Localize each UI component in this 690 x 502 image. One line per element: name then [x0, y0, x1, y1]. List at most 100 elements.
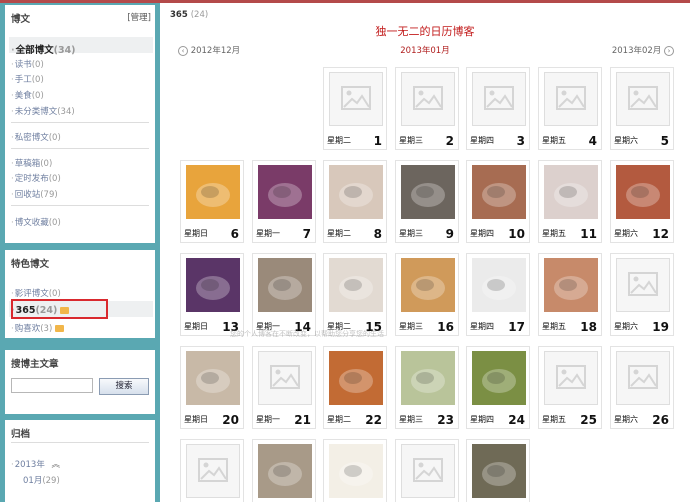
- search-input[interactable]: [11, 378, 93, 393]
- chevron-right-icon: ›: [664, 45, 674, 56]
- calendar-day[interactable]: 星期日 6: [180, 160, 244, 243]
- calendar-day[interactable]: 星期四 3: [466, 67, 530, 150]
- calendar-day[interactable]: 星期三 9: [395, 160, 459, 243]
- day-photo[interactable]: [258, 444, 312, 498]
- day-photo[interactable]: [472, 258, 526, 312]
- image-placeholder-icon[interactable]: [616, 72, 670, 126]
- featured-label: 购喜欢: [14, 324, 41, 334]
- archive-month[interactable]: 01月(29): [23, 474, 60, 486]
- calendar-day[interactable]: [466, 439, 530, 502]
- image-placeholder-icon[interactable]: [616, 258, 670, 312]
- calendar-day[interactable]: 星期六 26: [610, 346, 674, 429]
- image-placeholder-icon[interactable]: [472, 72, 526, 126]
- bullet-icon: ·: [11, 60, 14, 70]
- day-photo[interactable]: [616, 165, 670, 219]
- calendar-day[interactable]: 星期六 12: [610, 160, 674, 243]
- divider: [11, 122, 149, 123]
- day-photo[interactable]: [401, 165, 455, 219]
- archive-panel: 归档 ·2013年 ︽ 01月(29): [5, 420, 155, 502]
- day-photo[interactable]: [544, 258, 598, 312]
- day-weekday: 星期六: [614, 415, 638, 424]
- calendar-day[interactable]: 星期二 22: [323, 346, 387, 429]
- day-weekday: 星期日: [184, 229, 208, 238]
- calendar-day[interactable]: 星期四 17: [466, 253, 530, 336]
- day-photo[interactable]: [186, 258, 240, 312]
- day-photo[interactable]: [329, 165, 383, 219]
- calendar-day[interactable]: 星期五 4: [538, 67, 602, 150]
- calendar-day[interactable]: 星期四 24: [466, 346, 530, 429]
- calendar-day[interactable]: 星期四 10: [466, 160, 530, 243]
- sidebar-post-category[interactable]: ·定时发布(0): [11, 172, 61, 184]
- calendar-day[interactable]: 星期三 2: [395, 67, 459, 150]
- day-photo[interactable]: [329, 258, 383, 312]
- image-placeholder-icon[interactable]: [544, 72, 598, 126]
- calendar-day[interactable]: [323, 439, 387, 502]
- image-placeholder-icon[interactable]: [258, 351, 312, 405]
- day-photo[interactable]: [472, 444, 526, 498]
- calendar-day[interactable]: [252, 439, 316, 502]
- sidebar-post-category[interactable]: ·博文收藏(0): [11, 216, 61, 228]
- day-photo[interactable]: [472, 351, 526, 405]
- calendar-day[interactable]: 星期三 23: [395, 346, 459, 429]
- calendar-day[interactable]: 星期五 11: [538, 160, 602, 243]
- calendar-day[interactable]: 星期二 15: [323, 253, 387, 336]
- image-placeholder-icon[interactable]: [401, 444, 455, 498]
- day-photo[interactable]: [401, 258, 455, 312]
- calendar-day[interactable]: 星期五 25: [538, 346, 602, 429]
- bullet-icon: ·: [11, 460, 14, 470]
- day-photo[interactable]: [186, 351, 240, 405]
- collapse-icon[interactable]: ︽: [52, 460, 61, 470]
- sidebar-post-category[interactable]: ·私密博文(0): [11, 131, 61, 143]
- sidebar-post-category[interactable]: ·读书(0): [11, 58, 44, 70]
- image-placeholder-icon[interactable]: [329, 72, 383, 126]
- day-photo[interactable]: [186, 165, 240, 219]
- calendar-day[interactable]: 星期二 1: [323, 67, 387, 150]
- day-photo[interactable]: [258, 258, 312, 312]
- calendar-day[interactable]: 星期一 14: [252, 253, 316, 336]
- sidebar-post-category[interactable]: ·美食(0): [11, 89, 44, 101]
- manage-link[interactable]: [管理]: [127, 11, 151, 23]
- calendar-day[interactable]: 星期一 7: [252, 160, 316, 243]
- day-photo[interactable]: [472, 165, 526, 219]
- sidebar-post-category[interactable]: ·全部博文(34): [11, 42, 76, 56]
- day-number: 19: [652, 320, 669, 334]
- calendar-day[interactable]: 星期日 20: [180, 346, 244, 429]
- day-photo[interactable]: [329, 444, 383, 498]
- day-photo[interactable]: [401, 351, 455, 405]
- calendar-day[interactable]: 星期一 21: [252, 346, 316, 429]
- sidebar-post-category[interactable]: ·回收站(79): [11, 188, 58, 200]
- featured-item[interactable]: ·影评博文(0): [11, 287, 61, 299]
- image-placeholder-icon[interactable]: [401, 72, 455, 126]
- page-title: 365 (24): [170, 10, 208, 20]
- calendar-day[interactable]: 星期五 18: [538, 253, 602, 336]
- calendar-day[interactable]: 星期六 5: [610, 67, 674, 150]
- archive-year-label: 2013年: [14, 460, 45, 470]
- calendar-day[interactable]: 星期二 8: [323, 160, 387, 243]
- category-count: (0): [31, 60, 44, 70]
- day-number: 22: [365, 413, 382, 427]
- image-placeholder-icon[interactable]: [544, 351, 598, 405]
- day-photo[interactable]: [544, 165, 598, 219]
- sidebar-post-category[interactable]: ·手工(0): [11, 73, 44, 85]
- bullet-icon: ·: [11, 289, 14, 299]
- image-placeholder-icon[interactable]: [186, 444, 240, 498]
- search-button[interactable]: 搜索: [99, 378, 149, 395]
- calendar-day[interactable]: [180, 439, 244, 502]
- calendar-day[interactable]: 星期六 19: [610, 253, 674, 336]
- sidebar-post-category[interactable]: ·未分类博文(34): [11, 105, 75, 117]
- sidebar-post-category[interactable]: ·草稿箱(0): [11, 157, 52, 169]
- calendar-day[interactable]: 星期三 16: [395, 253, 459, 336]
- day-weekday: 星期四: [470, 415, 494, 424]
- featured-item[interactable]: ·购喜欢(3): [11, 322, 65, 334]
- day-weekday: 星期一: [256, 229, 280, 238]
- image-placeholder-icon[interactable]: [616, 351, 670, 405]
- next-month-link[interactable]: 2013年02月 ›: [612, 44, 674, 56]
- featured-label: 影评博文: [14, 289, 49, 299]
- divider: [11, 205, 149, 206]
- calendar-day[interactable]: [395, 439, 459, 502]
- archive-year[interactable]: ·2013年 ︽: [11, 458, 60, 470]
- day-photo[interactable]: [258, 165, 312, 219]
- category-label: 读书: [14, 60, 32, 70]
- day-photo[interactable]: [329, 351, 383, 405]
- calendar-day[interactable]: 星期日 13: [180, 253, 244, 336]
